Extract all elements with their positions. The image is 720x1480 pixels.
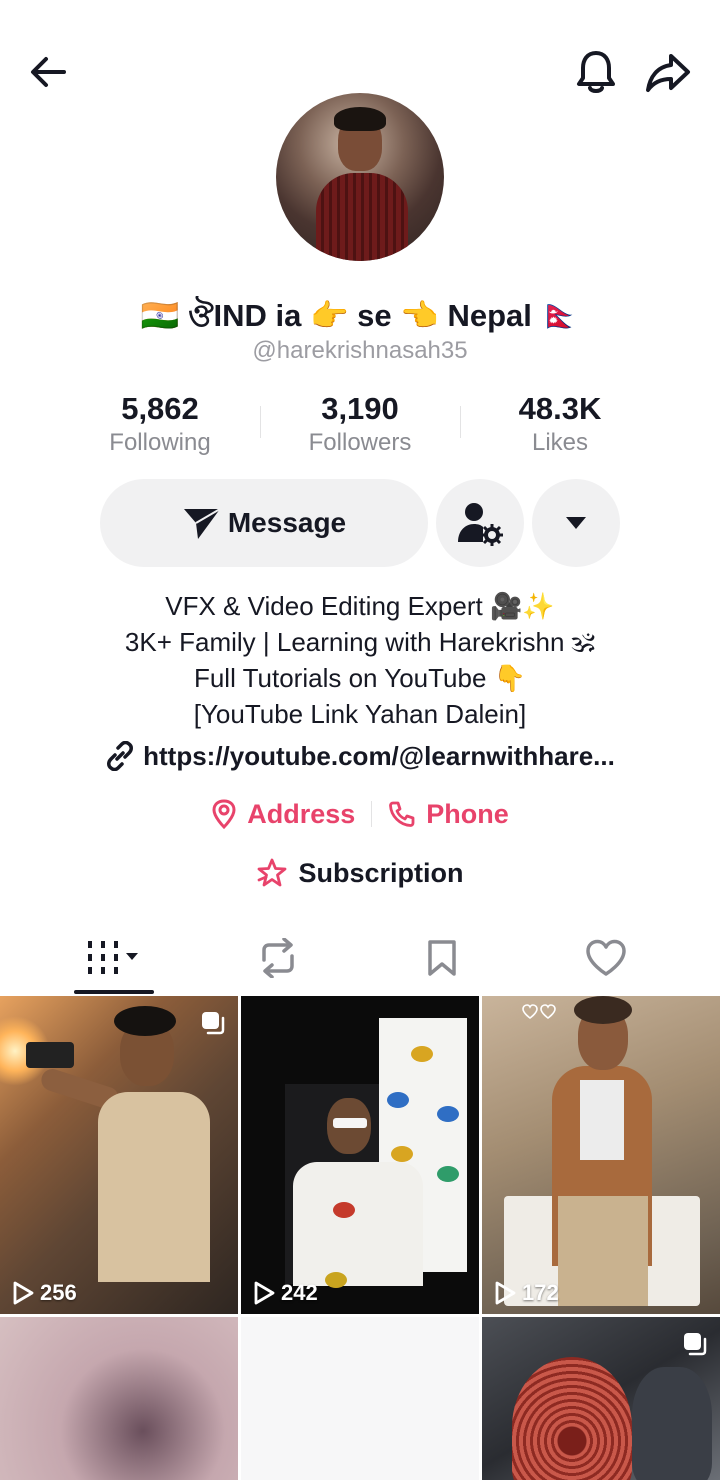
video-thumbnail[interactable] xyxy=(0,1317,238,1480)
bell-icon xyxy=(577,51,615,93)
location-pin-icon xyxy=(212,799,236,829)
display-name: 🇮🇳 ঔIND ia 👉 se 👈 Nepal 🇳🇵 xyxy=(140,298,580,333)
bio: VFX & Video Editing Expert 🎥✨ 3K+ Family… xyxy=(0,588,720,732)
video-thumbnail[interactable]: 172 xyxy=(482,996,720,1314)
multi-photo-icon xyxy=(202,1012,225,1035)
phone-icon xyxy=(389,801,415,827)
caret-down-icon xyxy=(566,517,586,529)
view-count-value: 172 xyxy=(522,1280,559,1305)
video-grid: 256 242 172 xyxy=(0,996,720,1480)
butterfly-shape xyxy=(391,1146,413,1162)
stats-row: 5,862 Following 3,190 Followers 48.3K Li… xyxy=(60,390,660,460)
arrow-left-icon xyxy=(31,57,66,87)
address-button[interactable]: Address xyxy=(211,799,355,830)
tab-videos[interactable] xyxy=(54,920,174,996)
more-options-button[interactable] xyxy=(532,479,620,567)
star-badge-icon xyxy=(258,858,287,887)
notification-bell-button[interactable] xyxy=(568,44,624,100)
hair-shape xyxy=(574,996,632,1024)
view-count-value: 242 xyxy=(281,1280,318,1305)
address-label: Address xyxy=(247,798,356,829)
link-icon xyxy=(107,741,134,771)
stat-following[interactable]: 5,862 Following xyxy=(60,390,260,460)
repost-icon xyxy=(262,938,294,978)
stat-followers-label: Followers xyxy=(308,429,412,456)
avatar-person-body xyxy=(316,173,408,261)
tshirt-shape xyxy=(580,1080,624,1160)
view-count: 172 xyxy=(494,1280,559,1306)
active-tab-indicator xyxy=(74,990,154,994)
butterfly-shape xyxy=(437,1166,459,1182)
gun-shape xyxy=(26,1042,74,1068)
shirt-shape xyxy=(98,1092,210,1282)
butterfly-shape xyxy=(325,1272,347,1288)
hearts-sticker-icon xyxy=(522,1004,556,1019)
video-thumbnail[interactable]: 242 xyxy=(241,996,479,1314)
view-count-value: 256 xyxy=(40,1280,77,1305)
view-count: 256 xyxy=(12,1280,77,1306)
bio-line: 3K+ Family | Learning with Harekrishn 🕉 xyxy=(124,627,596,657)
stat-followers-value: 3,190 xyxy=(321,391,399,426)
stat-divider xyxy=(260,406,261,438)
butterfly-shape xyxy=(333,1202,355,1218)
glove-shape xyxy=(632,1367,712,1480)
stat-following-value: 5,862 xyxy=(121,391,199,426)
hair-shape xyxy=(114,1006,176,1036)
video-thumbnail[interactable] xyxy=(482,1317,720,1480)
profile-link[interactable]: https://youtube.com/@learnwithhare... xyxy=(0,738,720,774)
username[interactable]: @harekrishnasah35 xyxy=(0,335,720,367)
tab-saved[interactable] xyxy=(382,920,502,996)
bio-line: [YouTube Link Yahan Dalein] xyxy=(193,699,527,729)
subscription-button[interactable]: Subscription xyxy=(0,854,720,892)
butterfly-shape xyxy=(437,1106,459,1122)
message-button[interactable]: Message xyxy=(100,479,428,567)
user-settings-button[interactable] xyxy=(436,479,524,567)
heart-icon xyxy=(586,939,626,976)
share-button[interactable] xyxy=(640,44,696,100)
subscription-label: Subscription xyxy=(298,858,464,888)
play-icon xyxy=(495,1281,516,1305)
contact-divider xyxy=(371,801,373,827)
send-icon xyxy=(183,508,221,539)
tab-liked[interactable] xyxy=(546,920,666,996)
avatar[interactable] xyxy=(276,93,444,261)
avatar-person-hair xyxy=(334,107,386,131)
video-thumbnail[interactable]: 256 xyxy=(0,996,238,1314)
bookmark-icon xyxy=(428,940,456,976)
pants-shape xyxy=(558,1196,648,1306)
play-icon xyxy=(13,1281,34,1305)
phone-label: Phone xyxy=(426,798,509,829)
grid-icon xyxy=(88,941,138,974)
action-row: Message xyxy=(0,479,720,567)
play-icon xyxy=(254,1281,275,1305)
henna-hand-shape xyxy=(512,1357,632,1480)
video-thumbnail[interactable] xyxy=(241,1317,479,1480)
stat-likes[interactable]: 48.3K Likes xyxy=(460,390,660,460)
content-tabs xyxy=(0,920,720,996)
glasses-shape xyxy=(333,1118,367,1128)
bio-line: Full Tutorials on YouTube 👇 xyxy=(193,663,527,693)
stat-followers[interactable]: 3,190 Followers xyxy=(260,390,460,460)
view-count: 242 xyxy=(253,1280,318,1306)
contact-row: Address Phone xyxy=(0,794,720,834)
butterfly-shape xyxy=(411,1046,433,1062)
stat-divider xyxy=(460,406,461,438)
stat-likes-label: Likes xyxy=(531,429,589,456)
sweater-shape xyxy=(293,1162,423,1286)
back-button[interactable] xyxy=(20,44,76,100)
stat-following-label: Following xyxy=(109,429,211,456)
stat-likes-value: 48.3K xyxy=(518,391,602,426)
share-icon xyxy=(646,54,690,92)
message-button-label: Message xyxy=(227,507,347,538)
tab-reposts[interactable] xyxy=(218,920,338,996)
butterfly-shape xyxy=(387,1092,409,1108)
phone-button[interactable]: Phone xyxy=(388,799,509,830)
bio-line: VFX & Video Editing Expert 🎥✨ xyxy=(165,591,555,621)
user-gear-icon xyxy=(458,503,503,546)
multi-photo-icon xyxy=(684,1333,707,1356)
profile-link-text: https://youtube.com/@learnwithhare... xyxy=(143,741,615,771)
